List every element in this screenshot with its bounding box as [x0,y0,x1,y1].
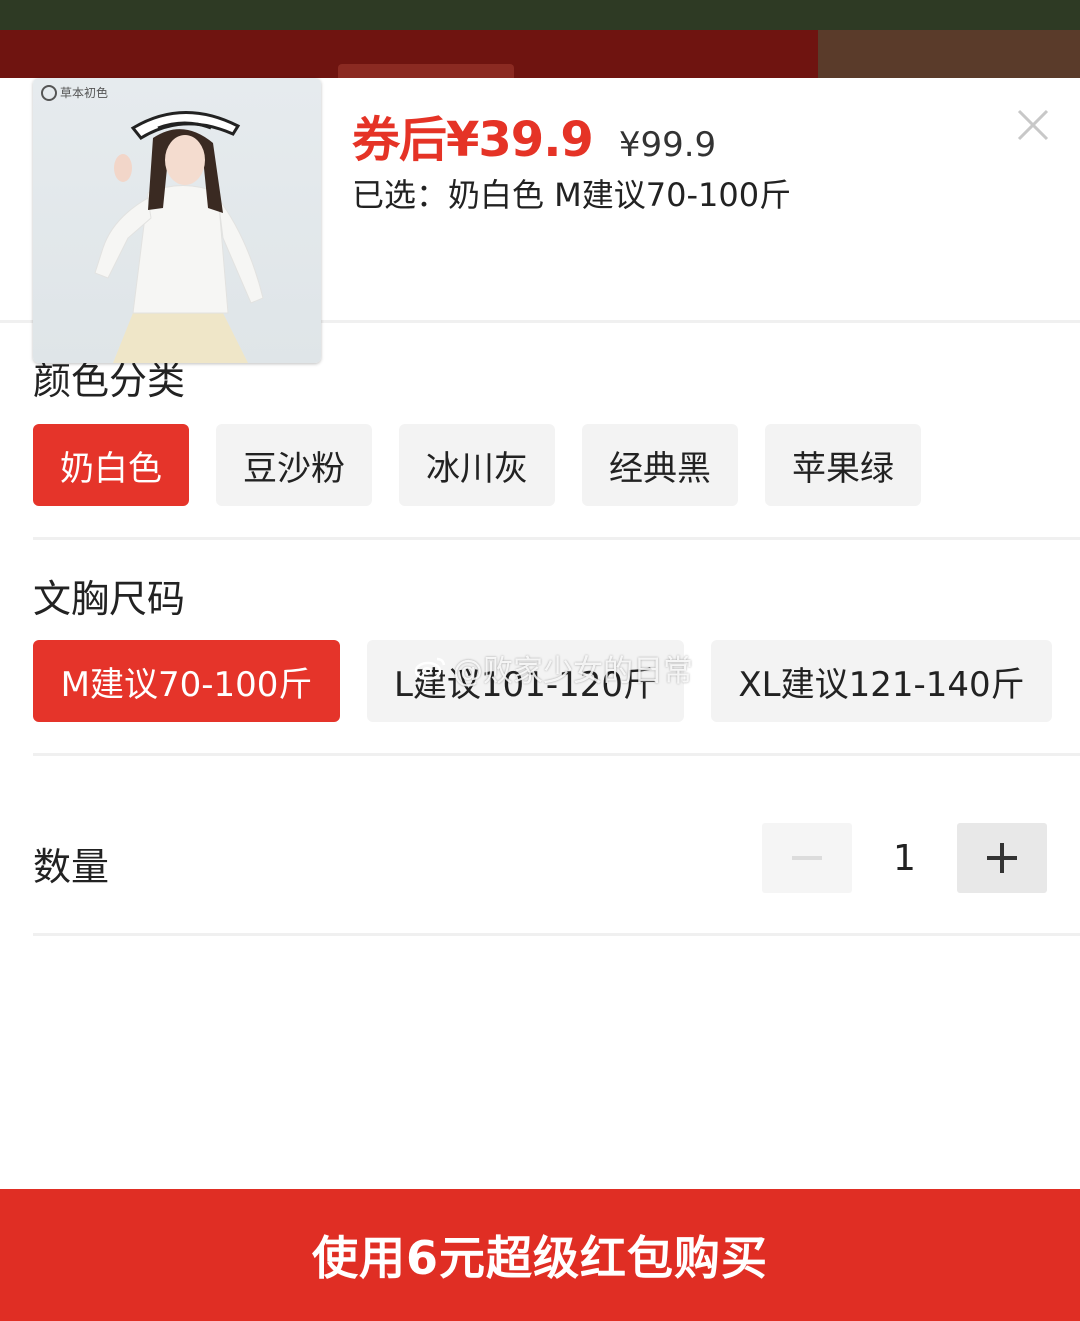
brand-logo-icon [41,84,57,101]
color-option-classic-black[interactable]: 经典黑 [582,424,738,506]
size-section-divider [33,753,1080,756]
watermark: @败家少女的日常 [415,646,693,690]
plus-icon [987,843,1017,873]
minus-icon [792,856,822,860]
size-option-m[interactable]: M建议70-100斤 [33,640,340,722]
coupon-price: 券后¥39.9 [352,112,594,168]
color-section-divider [33,537,1080,540]
background-page-strip [0,0,1080,80]
size-option-xl[interactable]: XL建议121-140斤 [711,640,1052,722]
sku-selector-sheet: 草本初色 券后¥39.9 ¥99.9 已选：奶白色 M建议70-100斤 颜色分… [0,78,1080,1321]
quantity-section-divider [33,933,1080,936]
product-thumbnail[interactable]: 草本初色 [33,78,321,363]
color-option-bean-pink[interactable]: 豆沙粉 [216,424,372,506]
original-price: ¥99.9 [618,125,717,165]
price-row: 券后¥39.9 ¥99.9 [352,100,716,170]
quantity-value[interactable]: 1 [852,823,957,893]
quantity-increase-button[interactable] [957,823,1047,893]
background-banner [0,0,1080,30]
quantity-decrease-button[interactable] [762,823,852,893]
weibo-icon [415,657,446,681]
size-section-title: 文胸尺码 [33,577,186,621]
color-option-apple-green[interactable]: 苹果绿 [765,424,921,506]
close-icon[interactable] [1016,108,1050,142]
color-option-glacier-gray[interactable]: 冰川灰 [399,424,555,506]
buy-with-red-packet-button[interactable]: 使用6元超级红包购买 [0,1189,1080,1321]
product-model-image [94,111,264,363]
color-option-milk-white[interactable]: 奶白色 [33,424,189,506]
selected-variant-text: 已选：奶白色 M建议70-100斤 [352,176,792,214]
quantity-label: 数量 [33,845,110,889]
watermark-text: @败家少女的日常 [453,654,693,689]
background-panel [818,30,1080,80]
